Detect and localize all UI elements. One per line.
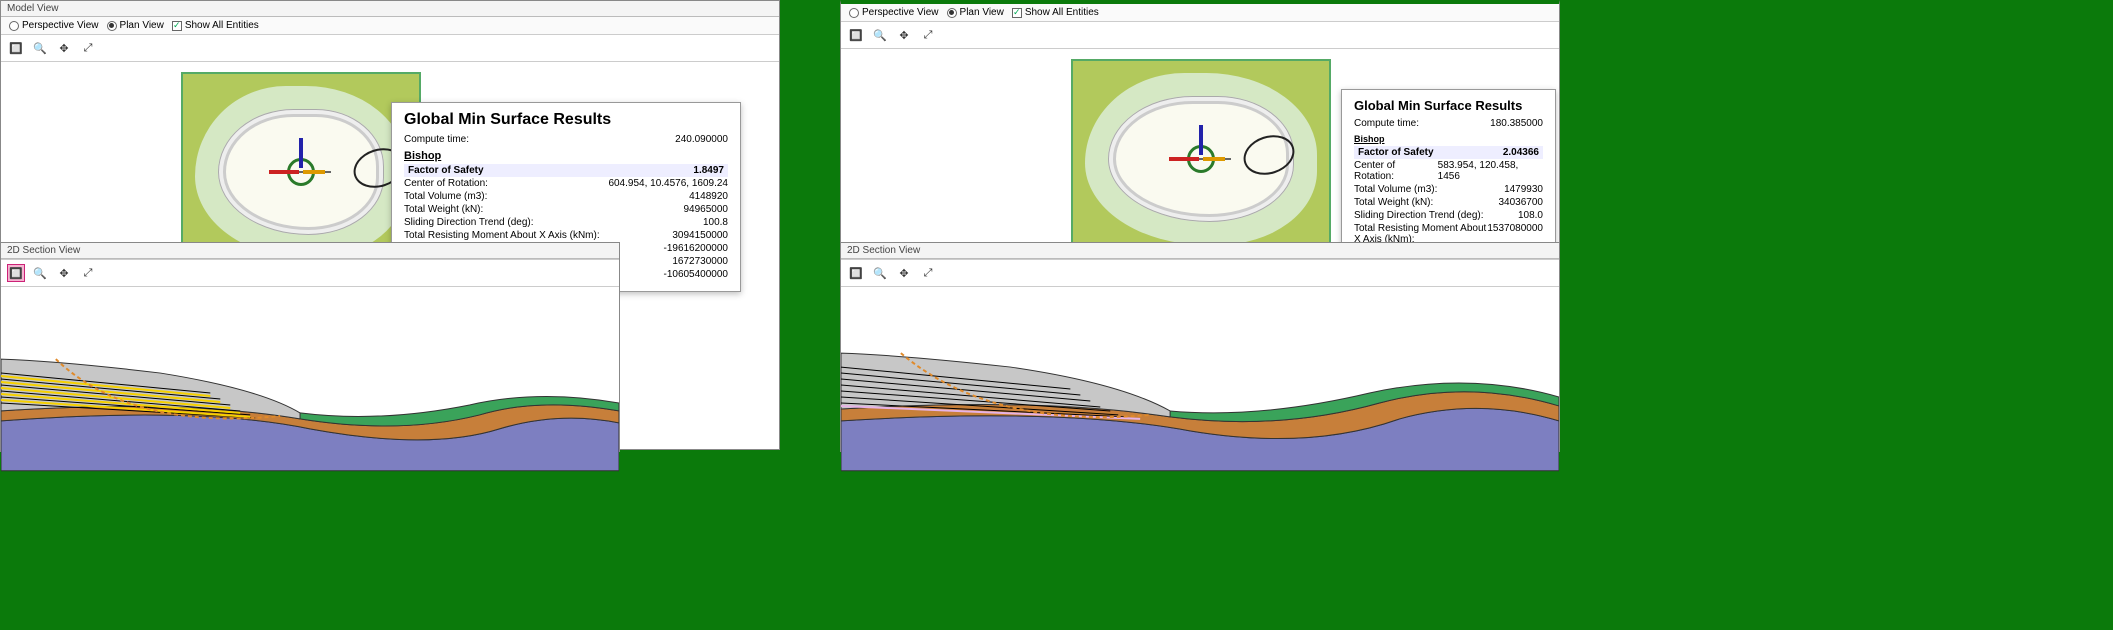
results-row-value: -10605400000 <box>663 269 728 280</box>
radio-perspective-view[interactable]: Perspective View <box>9 20 99 31</box>
results-row: Total Resisting Moment About X Axis (kNm… <box>404 229 728 242</box>
radio-dot-icon <box>107 21 117 31</box>
results-row-label: Sliding Direction Trend (deg): <box>1354 210 1484 221</box>
fit-extents-icon[interactable]: ⤢ <box>79 264 97 282</box>
method-name: Bishop <box>404 150 728 162</box>
magnifier-icon[interactable]: 🔍 <box>871 264 889 282</box>
fos-label: Factor of Safety <box>1358 147 1434 158</box>
axis-x-arrow-icon <box>269 170 299 174</box>
results-row-label: Total Resisting Moment About X Axis (kNm… <box>404 230 600 241</box>
results-row-label: Total Volume (m3): <box>1354 184 1437 195</box>
zoom-box-icon[interactable]: 🔲 <box>7 264 25 282</box>
results-row-value: 1672730000 <box>672 256 728 267</box>
pan-icon[interactable]: ✥ <box>895 264 913 282</box>
results-row-label: Total Weight (kN): <box>404 204 483 215</box>
results-row-label: Center of Rotation: <box>404 178 488 189</box>
checkbox-icon <box>1012 8 1022 18</box>
radio-plan-view[interactable]: Plan View <box>107 20 164 31</box>
axis-y-arrow-icon <box>1203 157 1225 161</box>
fos-value: 1.8497 <box>693 165 724 176</box>
zoom-box-icon[interactable]: 🔲 <box>847 26 865 44</box>
results-row-value: 100.8 <box>703 217 728 228</box>
compute-time-label: Compute time: <box>404 134 469 145</box>
results-row-label: Sliding Direction Trend (deg): <box>404 217 534 228</box>
results-row-value: 34036700 <box>1499 197 1544 208</box>
results-row: Total Volume (m3): 1479930 <box>1354 183 1543 196</box>
results-row-value: 3094150000 <box>672 230 728 241</box>
fit-extents-icon[interactable]: ⤢ <box>79 39 97 57</box>
radio-plan-view[interactable]: Plan View <box>947 7 1004 18</box>
results-title: Global Min Surface Results <box>1354 98 1543 113</box>
results-row-value: 604.954, 10.4576, 1609.24 <box>608 178 728 189</box>
view-mode-toolbar: Perspective View Plan View Show All Enti… <box>841 4 1559 22</box>
model-view-toolbar: 🔲 🔍 ✥ ⤢ <box>841 22 1559 49</box>
radio-label: Plan View <box>120 20 164 31</box>
section-view-toolbar: 🔲 🔍 ✥ ⤢ <box>1 259 619 287</box>
fit-extents-icon[interactable]: ⤢ <box>919 26 937 44</box>
model-view-toolbar: 🔲 🔍 ✥ ⤢ <box>1 35 779 62</box>
results-row-value: 108.0 <box>1518 210 1543 221</box>
compute-time-value: 240.090000 <box>675 134 728 145</box>
results-row-value: 1479930 <box>1504 184 1543 195</box>
fos-label: Factor of Safety <box>408 165 484 176</box>
section-view-toolbar: 🔲 🔍 ✥ ⤢ <box>841 259 1559 287</box>
pan-icon[interactable]: ✥ <box>55 39 73 57</box>
checkbox-show-all-entities[interactable]: Show All Entities <box>172 20 259 31</box>
checkbox-label: Show All Entities <box>185 20 259 31</box>
results-row-label: Center of Rotation: <box>1354 160 1438 182</box>
results-row: Total Weight (kN): 34036700 <box>1354 196 1543 209</box>
radio-perspective-view[interactable]: Perspective View <box>849 7 939 18</box>
fos-value: 2.04366 <box>1503 147 1539 158</box>
pan-icon[interactable]: ✥ <box>895 26 913 44</box>
radio-label: Perspective View <box>22 20 99 31</box>
method-name: Bishop <box>1354 134 1543 144</box>
magnifier-icon[interactable]: 🔍 <box>871 26 889 44</box>
pan-icon[interactable]: ✥ <box>55 264 73 282</box>
radio-dot-icon <box>947 8 957 18</box>
axis-x-arrow-icon <box>1169 157 1199 161</box>
results-row: Sliding Direction Trend (deg): 108.0 <box>1354 209 1543 222</box>
section-canvas[interactable] <box>1 287 619 495</box>
zoom-box-icon[interactable]: 🔲 <box>7 39 25 57</box>
magnifier-icon[interactable]: 🔍 <box>31 264 49 282</box>
checkbox-label: Show All Entities <box>1025 7 1099 18</box>
results-row: Center of Rotation:583.954, 120.458, 145… <box>1354 159 1543 183</box>
compute-time-label: Compute time: <box>1354 118 1419 129</box>
section-view-window-right: 2D Section View 🔲 🔍 ✥ ⤢ <box>840 242 1560 452</box>
radio-dot-icon <box>9 21 19 31</box>
results-row: Total Volume (m3): 4148920 <box>404 190 728 203</box>
plan-view-map <box>1071 59 1331 259</box>
view-mode-toolbar: Perspective View Plan View Show All Enti… <box>1 17 779 35</box>
axis-z-arrow-icon <box>1199 125 1203 155</box>
model-view-title: Model View <box>1 1 779 17</box>
results-row-value: -19616200000 <box>663 243 728 254</box>
results-row-value: 4148920 <box>689 191 728 202</box>
checkbox-icon <box>172 21 182 31</box>
axis-y-arrow-icon <box>303 170 325 174</box>
results-row-value: 94965000 <box>684 204 729 215</box>
results-row: Total Weight (kN): 94965000 <box>404 203 728 216</box>
radio-label: Plan View <box>960 7 1004 18</box>
checkbox-show-all-entities[interactable]: Show All Entities <box>1012 7 1099 18</box>
section-view-title: 2D Section View <box>841 243 1559 259</box>
results-title: Global Min Surface Results <box>404 111 728 129</box>
section-view-title: 2D Section View <box>1 243 619 259</box>
section-view-window-left: 2D Section View 🔲 🔍 ✥ ⤢ <box>0 242 620 452</box>
radio-label: Perspective View <box>862 7 939 18</box>
fit-extents-icon[interactable]: ⤢ <box>919 264 937 282</box>
results-row-label: Total Volume (m3): <box>404 191 487 202</box>
results-row-label: Total Weight (kN): <box>1354 197 1433 208</box>
compute-time-value: 180.385000 <box>1490 118 1543 129</box>
axis-z-arrow-icon <box>299 138 303 168</box>
results-row: Center of Rotation: 604.954, 10.4576, 160… <box>404 177 728 190</box>
zoom-box-icon[interactable]: 🔲 <box>847 264 865 282</box>
section-canvas[interactable] <box>841 287 1559 495</box>
magnifier-icon[interactable]: 🔍 <box>31 39 49 57</box>
results-row: Sliding Direction Trend (deg): 100.8 <box>404 216 728 229</box>
radio-dot-icon <box>849 8 859 18</box>
results-row-value: 583.954, 120.458, 1456 <box>1438 160 1543 182</box>
